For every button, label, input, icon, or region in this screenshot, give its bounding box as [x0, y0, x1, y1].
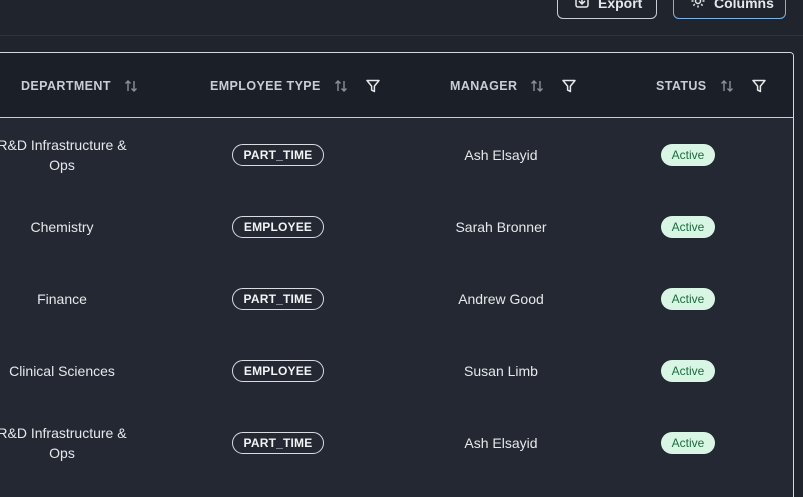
employee-type-cell: PART_TIME: [208, 263, 348, 335]
column-header-label: DEPARTMENT: [21, 78, 111, 93]
department-cell: Clinical Sciences: [9, 363, 115, 379]
column-header-department[interactable]: DEPARTMENT: [21, 53, 155, 118]
gear-icon: [690, 0, 706, 12]
department-cell: Chemistry: [30, 219, 94, 235]
department-cell: R&D Infrastructure & Ops: [0, 137, 127, 173]
status-cell: Active: [648, 407, 728, 479]
manager-cell: Andrew Good: [458, 291, 544, 307]
columns-button[interactable]: Columns: [673, 0, 786, 19]
status-badge: Active: [660, 360, 716, 382]
employee-type-cell: EMPLOYEE: [208, 335, 348, 407]
column-header-employee-type[interactable]: EMPLOYEE TYPE: [210, 53, 397, 118]
export-label: Export: [598, 0, 643, 11]
employee-type-cell: EMPLOYEE: [208, 191, 348, 263]
column-header-status[interactable]: STATUS: [656, 53, 783, 118]
table-row[interactable]: R&D Infrastructure & Ops PART_TIME Ash E…: [0, 119, 793, 191]
filter-icon[interactable]: [751, 78, 767, 94]
status-badge: Active: [660, 216, 716, 238]
employee-type-cell: PART_TIME: [208, 407, 348, 479]
sort-arrows-icon[interactable]: [333, 78, 349, 94]
status-cell: Active: [648, 191, 728, 263]
employee-type-badge: PART_TIME: [231, 432, 325, 454]
status-badge: Active: [660, 288, 716, 310]
filter-icon[interactable]: [561, 78, 577, 94]
column-header-label: MANAGER: [450, 78, 518, 93]
table-header: DEPARTMENT EMPLOYEE TYPE MANAGER STATUS: [0, 53, 793, 118]
employee-type-badge: PART_TIME: [231, 144, 325, 166]
table-row[interactable]: Chemistry EMPLOYEE Sarah Bronner Active: [0, 191, 793, 263]
manager-cell: Susan Limb: [464, 363, 538, 379]
table-row[interactable]: Finance PART_TIME Andrew Good Active: [0, 263, 793, 335]
manager-cell: Ash Elsayid: [464, 435, 538, 451]
export-icon: [574, 0, 590, 12]
status-badge: Active: [660, 144, 716, 166]
status-cell: Active: [648, 119, 728, 191]
manager-cell: Ash Elsayid: [464, 147, 538, 163]
column-header-manager[interactable]: MANAGER: [450, 53, 593, 118]
table-row[interactable]: Clinical Sciences EMPLOYEE Susan Limb Ac…: [0, 335, 793, 407]
employees-table: DEPARTMENT EMPLOYEE TYPE MANAGER STATUS …: [0, 52, 794, 497]
employee-type-badge: EMPLOYEE: [231, 360, 325, 382]
sort-arrows-icon[interactable]: [529, 78, 545, 94]
employee-type-cell: PART_TIME: [208, 119, 348, 191]
columns-label: Columns: [714, 0, 774, 11]
status-badge: Active: [660, 432, 716, 454]
status-cell: Active: [648, 263, 728, 335]
sort-arrows-icon[interactable]: [719, 78, 735, 94]
top-toolbar: Export Columns: [0, 0, 803, 36]
export-button[interactable]: Export: [557, 0, 657, 19]
status-cell: Active: [648, 335, 728, 407]
column-header-label: STATUS: [656, 78, 707, 93]
department-cell: R&D Infrastructure & Ops: [0, 425, 127, 461]
table-row[interactable]: R&D Infrastructure & Ops PART_TIME Ash E…: [0, 407, 793, 479]
filter-icon[interactable]: [365, 78, 381, 94]
manager-cell: Sarah Bronner: [455, 219, 547, 235]
employee-type-badge: PART_TIME: [231, 288, 325, 310]
sort-arrows-icon[interactable]: [123, 78, 139, 94]
column-header-label: EMPLOYEE TYPE: [210, 78, 321, 93]
department-cell: Finance: [37, 291, 87, 307]
employee-type-badge: EMPLOYEE: [231, 216, 325, 238]
